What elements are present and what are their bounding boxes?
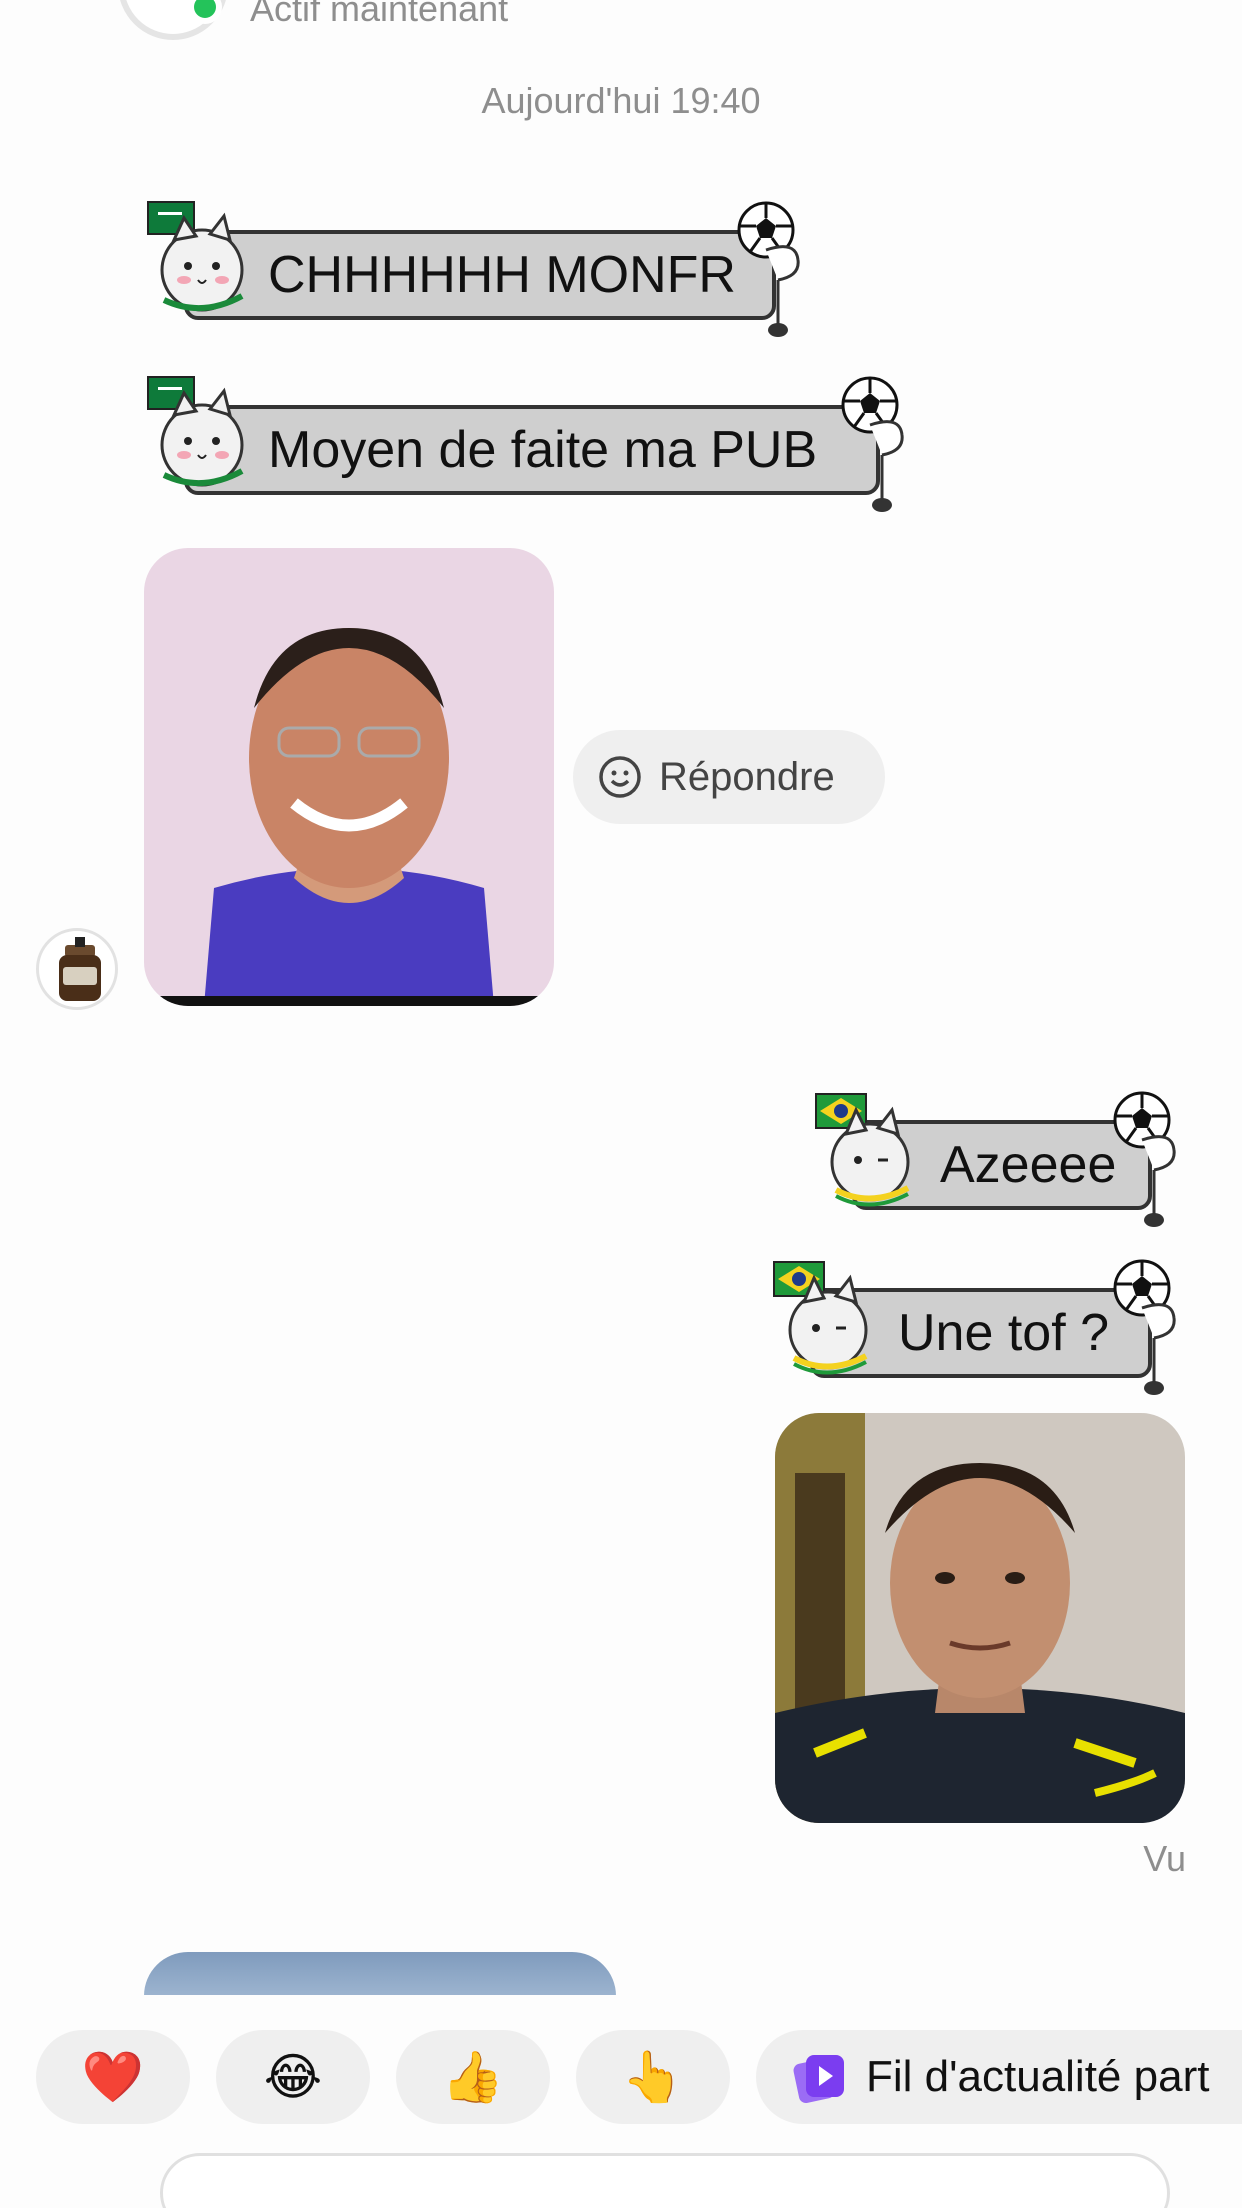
cat-flag-sticker-icon (815, 1093, 910, 1207)
cat-flag-sticker-icon (773, 1261, 868, 1375)
conversation-timestamp: Aujourd'hui 19:40 (481, 80, 761, 121)
jar-avatar-icon (59, 937, 101, 1001)
laughing-face-icon: 😂 (263, 2048, 323, 2106)
message-bubble-outgoing[interactable]: Une tof ? (770, 1258, 1192, 1395)
message-text: Moyen de faite ma PUB (268, 421, 818, 479)
reaction-point-up-button[interactable]: 👆 (576, 2030, 730, 2124)
sticker-bubble-body: CHHHHHH MONFR (184, 230, 776, 320)
message-text: CHHHHHH MONFR (268, 246, 736, 304)
contact-status: Actif maintenant (250, 0, 509, 29)
chat-screen: Actif maintenant Aujourd'hui 19:40 CHHHH… (0, 0, 1242, 2208)
reaction-laugh-button[interactable]: 😂 (216, 2030, 370, 2124)
cat-paw-icon (765, 245, 800, 337)
portrait-photo-image (144, 548, 554, 1006)
reaction-thumbs-up-button[interactable]: 👍 (396, 2030, 550, 2124)
reply-button-label: Répondre (659, 754, 835, 799)
chat-header: Actif maintenant (0, 0, 1242, 60)
reply-button[interactable]: Répondre (573, 730, 885, 824)
incoming-photo[interactable] (144, 548, 554, 1006)
message-text: Une tof ? (898, 1304, 1110, 1362)
quick-reaction-bar: ❤️ 😂 👍 👆 Fil d'actualité part (0, 1995, 1242, 2208)
message-bubble-incoming[interactable]: CHHHHHH MONFR (144, 200, 816, 337)
cat-paw-icon (1141, 1135, 1176, 1227)
sender-avatar[interactable] (36, 928, 118, 1010)
smiley-icon (599, 756, 641, 798)
heart-icon: ❤️ (81, 2047, 145, 2106)
sticker-bubble-body: Moyen de faite ma PUB (184, 405, 880, 495)
reaction-heart-button[interactable]: ❤️ (36, 2030, 190, 2124)
message-bubble-incoming[interactable]: Moyen de faite ma PUB (144, 375, 920, 512)
message-bubble-outgoing[interactable]: Azeeee (812, 1090, 1192, 1227)
cat-paw-icon (869, 420, 904, 512)
cat-flag-sticker-icon (147, 376, 244, 487)
message-text: Azeeee (940, 1136, 1117, 1194)
cat-paw-icon (1141, 1303, 1176, 1395)
outgoing-photo[interactable] (775, 1413, 1185, 1823)
seen-indicator: Vu (1143, 1838, 1186, 1879)
selfie-photo-image (775, 1413, 1185, 1823)
thumbs-up-icon: 👍 (441, 2047, 505, 2106)
shared-feed-label: Fil d'actualité part (866, 2052, 1210, 2101)
pointing-up-icon: 👆 (621, 2047, 685, 2106)
shared-feed-button[interactable]: Fil d'actualité part (756, 2030, 1242, 2124)
message-composer[interactable] (160, 2153, 1170, 2208)
feed-video-icon (793, 2055, 844, 2104)
cat-flag-sticker-icon (147, 201, 244, 312)
